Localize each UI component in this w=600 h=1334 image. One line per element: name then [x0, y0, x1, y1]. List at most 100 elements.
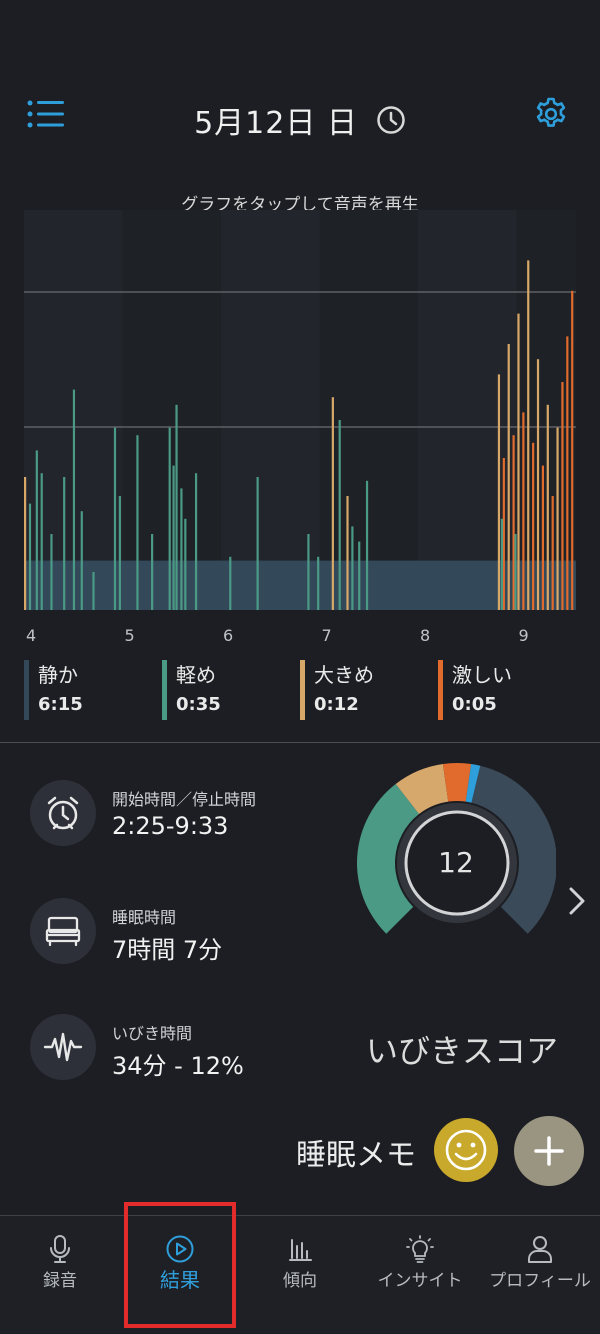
snore-event-bar[interactable]	[338, 420, 341, 610]
snore-event-bar[interactable]	[184, 518, 187, 610]
date-title: 5月12日 日	[194, 106, 358, 141]
snore-event-bar[interactable]	[256, 477, 259, 610]
snore-time-value: 34分 - 12%	[112, 1052, 244, 1080]
snore-event-bar[interactable]	[92, 572, 95, 610]
snore-event-bar[interactable]	[517, 313, 520, 610]
legend-duration: 0:12	[314, 694, 359, 715]
nav-label-profile: プロフィール	[489, 1271, 591, 1291]
snore-event-bar[interactable]	[50, 534, 53, 610]
snore-event-bar[interactable]	[561, 382, 564, 610]
gear-icon	[536, 97, 566, 127]
snore-event-bar[interactable]	[358, 541, 361, 610]
snore-event-bar[interactable]	[527, 260, 530, 610]
snore-event-bar[interactable]	[229, 556, 232, 610]
snore-event-bar[interactable]	[566, 336, 569, 610]
snore-event-bar[interactable]	[28, 503, 32, 610]
legend-swatch	[162, 660, 167, 720]
snore-event-bar[interactable]	[168, 427, 171, 610]
snore-event-bar[interactable]	[180, 488, 183, 610]
legend-duration: 6:15	[38, 694, 83, 715]
snore-chart[interactable]	[0, 210, 600, 620]
legend-item: 静か 6:15	[24, 660, 83, 720]
quiet-baseline	[24, 560, 576, 610]
nav-item-insights[interactable]: インサイト	[360, 1216, 480, 1334]
snore-event-bar[interactable]	[118, 496, 121, 610]
snore-event-bar[interactable]	[40, 473, 43, 610]
snore-event-bar[interactable]	[351, 526, 354, 610]
start-stop-value: 2:25-9:33	[112, 812, 229, 840]
snore-event-bar[interactable]	[546, 404, 549, 610]
clock-icon[interactable]	[376, 105, 406, 135]
snore-event-bar[interactable]	[136, 435, 139, 610]
snore-event-bar[interactable]	[365, 480, 369, 610]
snore-event-bar[interactable]	[194, 473, 198, 610]
legend-item: 激しい 0:05	[438, 660, 512, 720]
snore-event-bar[interactable]	[172, 465, 175, 610]
settings-button[interactable]	[533, 96, 569, 132]
snore-event-bar[interactable]	[571, 290, 574, 610]
hour-band	[319, 210, 418, 610]
snore-event-bar[interactable]	[24, 477, 27, 610]
snore-event-bar[interactable]	[507, 344, 510, 610]
selected-tab-highlight	[124, 1202, 236, 1328]
snore-event-bar[interactable]	[541, 465, 545, 610]
snore-event-bar[interactable]	[497, 374, 501, 610]
snore-event-bar[interactable]	[307, 534, 310, 610]
snore-event-bar[interactable]	[113, 427, 117, 610]
snore-event-bar[interactable]	[35, 450, 38, 610]
legend-name: 軽め	[176, 663, 216, 687]
snore-event-bar[interactable]	[502, 458, 505, 610]
legend-duration: 0:35	[176, 694, 221, 715]
x-tick-label: 9	[518, 626, 529, 645]
snore-event-bar[interactable]	[175, 404, 178, 610]
legend-duration: 0:05	[452, 694, 497, 715]
snore-event-bar[interactable]	[63, 477, 66, 610]
snore-event-bar[interactable]	[72, 389, 76, 610]
x-tick-label: 7	[321, 626, 332, 645]
snore-score-value: 12	[438, 846, 474, 879]
snore-event-bar[interactable]	[317, 556, 320, 610]
nav-label-trends: 傾向	[283, 1271, 317, 1291]
snore-event-bar[interactable]	[551, 496, 554, 610]
nav-label-record: 録音	[43, 1271, 77, 1291]
snore-event-bar[interactable]	[556, 427, 559, 610]
legend-swatch	[24, 660, 29, 720]
snore-event-bar[interactable]	[331, 397, 334, 610]
snore-event-bar[interactable]	[346, 496, 349, 610]
mood-button[interactable]	[434, 1118, 498, 1182]
legend-name: 激しい	[452, 663, 512, 687]
snore-event-bar[interactable]	[512, 435, 515, 610]
legend-item: 大きめ 0:12	[300, 660, 374, 720]
snore-event-bar[interactable]	[522, 412, 525, 610]
lightbulb-icon	[406, 1235, 434, 1263]
bed-icon-badge	[30, 898, 96, 964]
legend-item: 軽め 0:35	[162, 660, 221, 720]
nav-item-trends[interactable]: 傾向	[240, 1216, 360, 1334]
x-tick-label: 4	[26, 626, 37, 645]
snore-event-bar[interactable]	[514, 534, 517, 610]
sleep-memo-label: 睡眠メモ	[296, 1138, 416, 1173]
snore-event-bar[interactable]	[500, 518, 503, 610]
snore-event-bar[interactable]	[532, 442, 535, 610]
sleep-time-label: 睡眠時間	[112, 908, 177, 927]
waveform-icon	[43, 1032, 83, 1062]
nav-item-record[interactable]: 録音	[0, 1216, 120, 1334]
bed-icon	[45, 916, 81, 947]
bottom-nav: 録音 結果 傾向 インサイト プロフィール	[0, 1215, 600, 1334]
snore-event-bar[interactable]	[80, 511, 83, 610]
alarm-clock-icon	[47, 796, 79, 830]
nav-label-insights: インサイト	[377, 1271, 463, 1291]
legend-swatch	[300, 660, 305, 720]
waveform-icon-badge	[30, 1014, 96, 1080]
sleep-time-value: 7時間 7分	[112, 936, 223, 964]
nav-item-profile[interactable]: プロフィール	[480, 1216, 600, 1334]
snore-time-label: いびき時間	[112, 1024, 193, 1043]
snore-event-bar[interactable]	[151, 534, 154, 610]
chevron-right-icon	[569, 887, 585, 915]
bar-chart-icon	[289, 1239, 312, 1261]
section-divider	[0, 742, 600, 743]
add-memo-button[interactable]	[514, 1116, 584, 1186]
snore-event-bar[interactable]	[536, 359, 540, 610]
alarm-icon-badge	[30, 780, 96, 846]
next-chevron[interactable]	[566, 884, 588, 918]
